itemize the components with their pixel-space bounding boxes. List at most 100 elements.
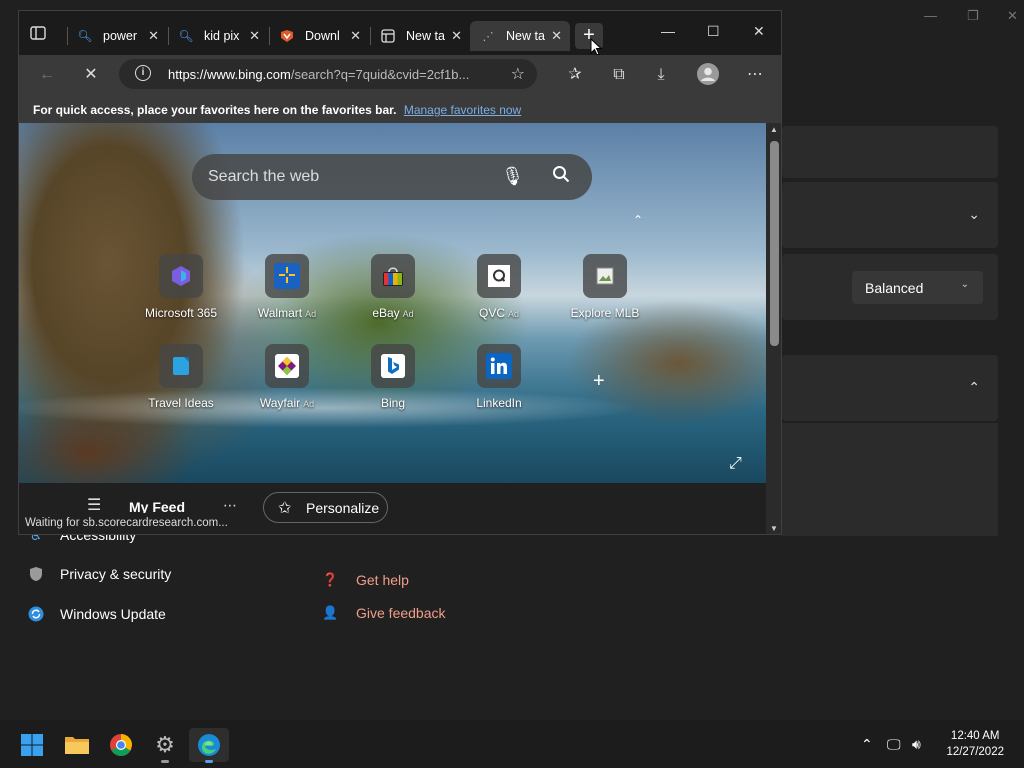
file-explorer-icon — [65, 737, 89, 754]
walmart-icon — [265, 254, 309, 298]
chevron-up-icon[interactable]: ⌃ — [633, 213, 643, 227]
taskbar-chrome[interactable] — [101, 728, 141, 762]
downloads-icon[interactable]: ⤓ — [649, 63, 673, 87]
nav-item-privacy-security[interactable]: Privacy & security — [28, 566, 171, 582]
settings-card — [782, 126, 998, 178]
power-mode-dropdown[interactable]: Balanced ⌄ — [852, 271, 983, 304]
network-icon[interactable]: 🖵 — [887, 736, 901, 753]
back-icon[interactable]: ← — [35, 63, 59, 87]
browser-toolbar: ← ✕ i https://www.bing.com/search?q=7qui… — [19, 55, 781, 95]
quick-link-linkedin[interactable]: LinkedIn — [447, 344, 551, 410]
quick-link-name: LinkedIn — [476, 396, 522, 410]
quick-link-name: Travel Ideas — [148, 396, 214, 410]
quick-link-bing[interactable]: Bing — [341, 344, 445, 410]
close-window-button[interactable]: ✕ — [753, 23, 765, 40]
close-tab-icon[interactable]: ✕ — [249, 28, 260, 44]
scroll-up-arrow-icon[interactable]: ▲ — [770, 125, 778, 134]
start-button[interactable] — [12, 728, 52, 762]
mouse-cursor-icon — [590, 38, 602, 56]
taskbar-clock[interactable]: 12:40 AM 12/27/2022 — [946, 728, 1004, 760]
tab-new-tab-active[interactable]: ⋰ New ta ✕ — [470, 21, 570, 51]
favorites-icon[interactable]: ✰ — [563, 63, 587, 87]
address-bar[interactable]: i https://www.bing.com/search?q=7quid&cv… — [119, 59, 537, 89]
collections-icon[interactable]: ⧉ — [607, 63, 631, 87]
ad-badge: Ad — [508, 309, 520, 319]
give-feedback-link[interactable]: 👤 Give feedback — [322, 605, 446, 621]
profile-avatar[interactable] — [696, 63, 720, 87]
settings-close-button[interactable]: ✕ — [1007, 8, 1018, 24]
quick-link-name: Explore MLB — [570, 306, 640, 320]
get-help-link[interactable]: ❓ Get help — [322, 572, 409, 588]
add-favorite-icon[interactable]: ☆ — [511, 64, 525, 84]
scrollbar-thumb[interactable] — [770, 141, 779, 346]
scroll-down-arrow-icon[interactable]: ▼ — [770, 524, 778, 533]
minimize-button[interactable]: — — [661, 23, 675, 39]
quick-link-wayfair[interactable]: Wayfair Ad — [235, 344, 339, 410]
quick-link-name: QVC — [478, 306, 505, 320]
hamburger-menu-icon[interactable]: ☰ — [87, 495, 101, 515]
quick-link-walmart[interactable]: Walmart Ad — [235, 254, 339, 320]
quick-link-qvc[interactable]: QVC Ad — [447, 254, 551, 320]
newtab-page-icon — [380, 28, 396, 44]
edge-icon — [198, 734, 220, 756]
taskbar-file-explorer[interactable] — [57, 728, 97, 762]
quick-link-travel-ideas[interactable]: Travel Ideas — [129, 344, 233, 410]
feed-more-icon[interactable]: ⋯ — [223, 497, 237, 514]
quick-link-ebay[interactable]: eBay Ad — [341, 254, 445, 320]
tab-power[interactable]: 🔍︎ power ✕ — [67, 21, 167, 51]
close-tab-icon[interactable]: ✕ — [551, 28, 562, 44]
chevron-up-icon: ⌃ — [968, 379, 980, 395]
tab-download[interactable]: Downl ✕ — [269, 21, 369, 51]
maximize-button[interactable]: ☐ — [707, 23, 720, 40]
settings-restore-button[interactable]: ❐ — [967, 8, 979, 24]
tab-title: New ta — [506, 29, 545, 43]
manage-favorites-link[interactable]: Manage favorites now — [404, 103, 521, 117]
taskbar-edge[interactable] — [189, 728, 229, 763]
quick-link-name: Microsoft 365 — [144, 306, 218, 320]
tab-strip: 🔍︎ power ✕ 🔍︎ kid pix ✕ Downl ✕ New ta ✕… — [19, 11, 781, 56]
add-site-plus-icon[interactable]: + — [593, 370, 605, 393]
close-tab-icon[interactable]: ✕ — [350, 28, 361, 44]
running-indicator — [205, 760, 213, 763]
show-hidden-icons-icon[interactable]: ⌃ — [861, 736, 873, 753]
windows-update-icon — [28, 606, 44, 622]
settings-minimize-button[interactable]: — — [924, 8, 937, 23]
running-indicator — [161, 760, 169, 763]
microphone-icon[interactable]: 🎙︎ — [501, 166, 524, 187]
wayfair-icon — [265, 344, 309, 388]
get-help-label: Get help — [356, 572, 409, 588]
tab-new-tab-1[interactable]: New ta ✕ — [370, 21, 470, 51]
search-icon: 🔍︎ — [77, 29, 93, 43]
personalize-label: Personalize — [306, 500, 380, 516]
ebay-icon — [371, 254, 415, 298]
more-options-icon[interactable]: ⋯ — [743, 63, 767, 87]
site-info-icon[interactable]: i — [135, 65, 151, 81]
quick-link-name: Walmart — [257, 306, 303, 320]
nav-item-windows-update[interactable]: Windows Update — [28, 606, 166, 622]
taskbar-settings[interactable]: ⚙ — [145, 728, 185, 763]
page-scrollbar[interactable]: ▲ ▼ — [766, 123, 781, 534]
web-search-box[interactable]: Search the web 🎙︎ — [192, 154, 592, 200]
close-tab-icon[interactable]: ✕ — [148, 28, 159, 44]
start-icon — [21, 734, 43, 756]
clock-time: 12:40 AM — [950, 730, 1000, 742]
settings-expanded-panel — [782, 423, 998, 536]
settings-expanded-card[interactable]: ⌃ — [782, 355, 998, 421]
tab-kid-pix[interactable]: 🔍︎ kid pix ✕ — [168, 21, 268, 51]
nav-item-label: Windows Update — [60, 606, 166, 622]
personalize-button[interactable]: ✩ Personalize — [263, 492, 388, 523]
url-text: https://www.bing.com/search?q=7quid&cvid… — [168, 67, 469, 82]
ad-badge: Ad — [402, 309, 414, 319]
qvc-icon — [477, 254, 521, 298]
search-icon[interactable] — [552, 165, 570, 188]
tab-title: New ta — [406, 29, 445, 43]
stop-loading-icon[interactable]: ✕ — [79, 63, 103, 87]
shield-icon — [28, 566, 44, 582]
quick-link-microsoft-365[interactable]: Microsoft 365 — [129, 254, 233, 320]
tab-actions-icon[interactable] — [29, 24, 53, 48]
quick-link-explore-mlb[interactable]: Explore MLB — [553, 254, 657, 320]
settings-expandable-card[interactable]: ⌄ — [782, 182, 998, 248]
close-tab-icon[interactable]: ✕ — [451, 28, 462, 44]
volume-icon[interactable]: 🔊︎ — [912, 736, 921, 753]
expand-background-icon[interactable]: ⤢ — [729, 455, 742, 473]
